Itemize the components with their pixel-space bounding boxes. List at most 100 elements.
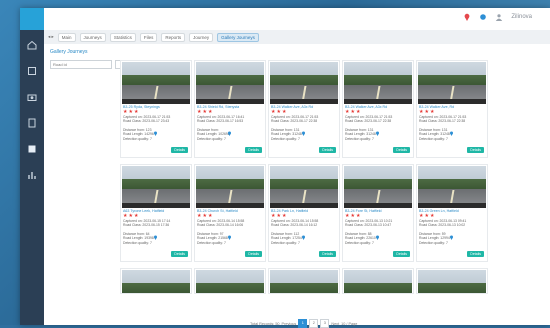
gallery-card[interactable] xyxy=(342,268,414,294)
card-meta-line: Road Class: 2023-06-15 17:36 xyxy=(123,223,170,228)
sidebar xyxy=(20,8,44,325)
gallery-card[interactable]: B3-24 Church St, Hatfield ★★★ Captured o… xyxy=(194,164,266,262)
road-photo[interactable] xyxy=(196,270,264,293)
tab-files[interactable]: Files xyxy=(139,32,158,42)
gallery-card[interactable]: B3-24 Fore St, Hatfield ★★★ Captured on:… xyxy=(342,164,414,262)
page-3[interactable]: 3 xyxy=(320,319,330,328)
details-button[interactable]: Details xyxy=(393,251,410,257)
details-button[interactable]: Details xyxy=(171,147,188,153)
app-window: Zilinova ◂ ▸ Main Journeys Statistics Fi… xyxy=(20,8,550,328)
card-meta-line: Road Class: 2023-06-17 22:38 xyxy=(345,119,392,124)
details-button[interactable]: Details xyxy=(319,251,336,257)
map-pin-icon[interactable] xyxy=(375,235,380,240)
notification-icon[interactable] xyxy=(479,13,487,21)
gallery-card[interactable] xyxy=(268,268,340,294)
card-meta-line: Road Class: 2023-06-13 10:47 xyxy=(345,223,392,228)
gallery-grid: B3-25 Ryda, Steynings ★★★ Captured on: 2… xyxy=(120,60,488,294)
pagination: Total Records: 50 Previous 1 2 3 Next 10… xyxy=(250,319,357,328)
card-meta-line: Detection quality: 7 xyxy=(123,136,152,141)
page-1[interactable]: 1 xyxy=(298,319,308,328)
tab-nav-arrows[interactable]: ◂ ▸ xyxy=(48,34,54,40)
tab-gallery-journeys[interactable]: Gallery Journeys xyxy=(217,32,259,42)
tab-statistics[interactable]: Statistics xyxy=(109,32,136,42)
tab-reports[interactable]: Reports xyxy=(161,32,186,42)
details-button[interactable]: Details xyxy=(467,251,484,257)
tab-bar: ◂ ▸ Main Journeys Statistics Files Repor… xyxy=(44,30,550,45)
map-pin-icon[interactable] xyxy=(153,131,158,136)
card-meta-line: Road Class: 2023-06-17 23:43 xyxy=(123,119,170,124)
road-photo[interactable] xyxy=(270,270,338,293)
map-pin-icon[interactable] xyxy=(375,131,380,136)
card-meta-line: Road Class: 2023-06-17 22:38 xyxy=(271,119,318,124)
home-icon[interactable] xyxy=(20,34,44,56)
top-tools: Zilinova xyxy=(463,13,532,21)
road-photo[interactable] xyxy=(344,270,412,293)
gallery-card[interactable]: A63 Tyrone Leek, Hatfield ★★★ Captured o… xyxy=(120,164,192,262)
road-photo[interactable] xyxy=(344,62,412,104)
card-meta-line: Detection quality: 7 xyxy=(419,136,448,141)
gallery-card[interactable] xyxy=(194,268,266,294)
logo xyxy=(20,8,44,30)
gallery-card[interactable] xyxy=(120,268,192,294)
road-photo[interactable] xyxy=(344,166,412,208)
gallery-card[interactable]: B3-24 Park Ln, Hatfield ★★★ Captured on:… xyxy=(268,164,340,262)
card-meta-line: Road Class: 2023-06-17 16:53 xyxy=(197,119,244,124)
card-meta-line: Detection quality: 7 xyxy=(345,136,374,141)
map-pin-icon[interactable] xyxy=(227,235,232,240)
road-photo[interactable] xyxy=(270,166,338,208)
road-photo[interactable] xyxy=(122,62,190,104)
road-photo[interactable] xyxy=(418,166,486,208)
road-photo[interactable] xyxy=(418,62,486,104)
map-pin-icon[interactable] xyxy=(449,131,454,136)
card-meta-line: Road Class: 2023-06-17 22:38 xyxy=(419,119,466,124)
user-name[interactable]: Zilinova xyxy=(511,14,532,20)
card-meta-line: Detection quality: 7 xyxy=(345,240,374,245)
road-photo[interactable] xyxy=(122,270,190,293)
map-pin-icon[interactable] xyxy=(449,235,454,240)
location-pin-icon[interactable] xyxy=(463,13,471,21)
gallery-card[interactable]: B3-24 Green Ln, Hatfield ★★★ Captured on… xyxy=(416,164,488,262)
road-photo[interactable] xyxy=(122,166,190,208)
card-meta-line: Road Class: 2023-06-14 16:06 xyxy=(197,223,244,228)
road-photo[interactable] xyxy=(196,166,264,208)
gallery-card[interactable]: B3-25 Ryda, Steynings ★★★ Captured on: 2… xyxy=(120,60,192,158)
details-button[interactable]: Details xyxy=(467,147,484,153)
details-button[interactable]: Details xyxy=(171,251,188,257)
search-field-select[interactable]: Road id xyxy=(50,60,112,69)
details-button[interactable]: Details xyxy=(245,251,262,257)
user-icon[interactable] xyxy=(495,13,503,21)
card-meta-line: Detection quality: 7 xyxy=(197,136,226,141)
tab-journeys[interactable]: Journeys xyxy=(79,32,106,42)
gallery-card[interactable]: B3-24 Walker Ave, A3x Rd ★★★ Captured on… xyxy=(268,60,340,158)
gallery-card[interactable]: B3-24 Walker Ave, Rd ★★★ Captured on: 20… xyxy=(416,60,488,158)
card-meta-line: Detection quality: 7 xyxy=(123,240,152,245)
details-button[interactable]: Details xyxy=(245,147,262,153)
details-button[interactable]: Details xyxy=(319,147,336,153)
tab-journey[interactable]: Journey xyxy=(189,32,214,42)
gallery-card[interactable] xyxy=(416,268,488,294)
camera-icon[interactable] xyxy=(20,86,44,108)
road-photo[interactable] xyxy=(196,62,264,104)
breadcrumb[interactable]: Gallery Journeys xyxy=(50,49,88,55)
gallery-card[interactable]: B3-24 Walker Ave, A3x Rd ★★★ Captured on… xyxy=(342,60,414,158)
road-photo[interactable] xyxy=(270,62,338,104)
card-meta-line: Detection quality: 7 xyxy=(197,240,226,245)
map-pin-icon[interactable] xyxy=(153,235,158,240)
map-pin-icon[interactable] xyxy=(227,131,232,136)
map-pin-icon[interactable] xyxy=(301,235,306,240)
top-bar: Zilinova xyxy=(20,8,550,31)
card-meta-line: Detection quality: 7 xyxy=(271,240,300,245)
page-2[interactable]: 2 xyxy=(309,319,319,328)
gallery-card[interactable]: B3-24 Shield Rd, Stenysta ★★★ Captured o… xyxy=(194,60,266,158)
card-meta-line: Detection quality: 7 xyxy=(419,240,448,245)
details-button[interactable]: Details xyxy=(393,147,410,153)
tab-main[interactable]: Main xyxy=(57,32,76,42)
chart-icon[interactable] xyxy=(20,164,44,186)
gallery-icon[interactable] xyxy=(20,138,44,160)
map-pin-icon[interactable] xyxy=(301,131,306,136)
road-photo[interactable] xyxy=(418,270,486,293)
card-meta-line: Road Class: 2023-06-14 16:12 xyxy=(271,223,318,228)
dashboard-icon[interactable] xyxy=(20,60,44,82)
card-meta-line: Detection quality: 7 xyxy=(271,136,300,141)
document-icon[interactable] xyxy=(20,112,44,134)
